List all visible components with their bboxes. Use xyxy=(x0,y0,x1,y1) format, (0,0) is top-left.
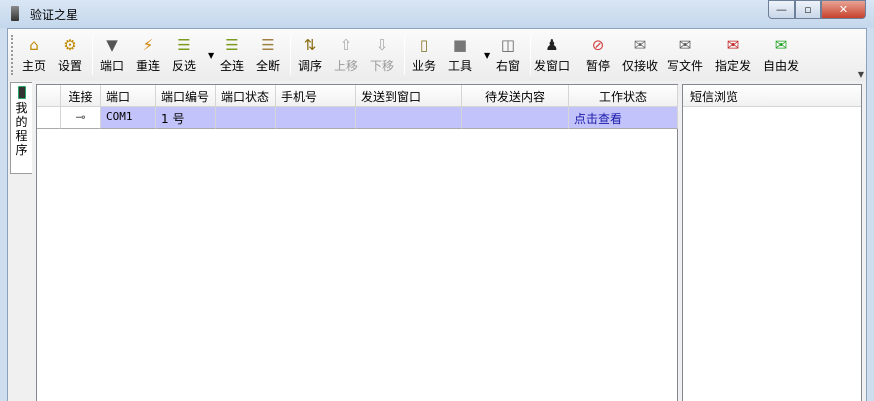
phone-cell xyxy=(276,107,356,129)
toolbar-button-15[interactable]: ✉ 仅接收 xyxy=(617,33,663,77)
send-specified-icon: ✉ xyxy=(726,36,740,54)
toolbar-button-13[interactable]: ♟ 发窗口 xyxy=(529,33,575,77)
toolbar-button-label: 全断 xyxy=(255,59,280,73)
header-corner xyxy=(37,85,61,106)
toolbar-button-label: 反选 xyxy=(171,59,196,73)
pending-cell xyxy=(462,107,569,129)
connect-all-icon: ☰ xyxy=(225,36,239,54)
toolbar-button-6[interactable]: ☰ 全断 xyxy=(249,33,287,77)
table-row[interactable]: ⊸ COM1 1 号 点击查看 xyxy=(37,107,678,129)
send-free-icon: ✉ xyxy=(774,36,788,54)
receive-only-icon: ✉ xyxy=(633,36,647,54)
toolbar-button-18[interactable]: ✉ 自由发 xyxy=(758,33,804,77)
reconnect-icon: ⚡ xyxy=(142,36,154,54)
column-header[interactable]: 工作状态 xyxy=(569,85,678,106)
app-icon xyxy=(11,6,19,21)
title-bar: 验证之星 — ▫ ✕ xyxy=(0,0,874,28)
toolbar-button-17[interactable]: ✉ 指定发 xyxy=(710,33,756,77)
tab-my-programs[interactable]: 我的程序 xyxy=(10,82,32,174)
minimize-button[interactable]: — xyxy=(768,0,795,19)
maximize-button[interactable]: ▫ xyxy=(795,0,821,19)
toolbar-button-16[interactable]: ✉ 写文件 xyxy=(662,33,708,77)
toolbar-button-5[interactable]: ☰ 全连 xyxy=(213,33,251,77)
toolbar-button-label: 下移 xyxy=(369,59,394,73)
toolbar-button-4[interactable]: ☰ 反选 xyxy=(165,33,203,77)
toolbar-button-label: 全连 xyxy=(219,59,244,73)
toolbar-button-2[interactable]: ▼ 端口 xyxy=(93,33,131,77)
send-window-icon: ♟ xyxy=(545,36,559,54)
toolbar-button-10[interactable]: ▯ 业务 xyxy=(405,33,443,77)
table-header: 连接 端口 端口编号 端口状态 手机号 发送到窗口 待发送内容 工作状态 xyxy=(37,85,678,107)
toolbar: ▼ ⌂ 主页 ⚙ 设置 ▼ 端口 ⚡ 重连 ☰ 反选 ☰ 全连 ☰ 全断 ⇅ 调序 ⇧ 上移 ⇩ 下移 ▯ 业务 ■ 工具 ◫ 右… xyxy=(8,29,866,81)
toolbar-button-label: 仅接收 xyxy=(621,59,658,73)
toolbar-button-label: 业务 xyxy=(411,59,436,73)
column-header[interactable]: 端口编号 xyxy=(156,85,216,106)
home-icon: ⌂ xyxy=(29,36,39,54)
toolbar-grip[interactable] xyxy=(11,35,14,75)
toolbar-button-12[interactable]: ◫ 右窗 xyxy=(489,33,527,77)
toolbar-separator xyxy=(92,35,93,75)
close-button[interactable]: ✕ xyxy=(821,0,866,19)
toolbar-button-label: 工具 xyxy=(447,59,472,73)
write-file-icon: ✉ xyxy=(678,36,692,54)
toolbar-button-label: 指定发 xyxy=(714,59,751,73)
port-cell: COM1 xyxy=(101,107,156,129)
window-title: 验证之星 xyxy=(30,8,79,22)
sms-browse-header: 短信浏览 xyxy=(683,85,861,107)
row-indicator[interactable] xyxy=(37,107,61,129)
move-down-icon: ⇩ xyxy=(375,36,389,54)
port-no-cell: 1 号 xyxy=(156,107,216,129)
toolbar-button-label: 调序 xyxy=(297,59,322,73)
toolbar-button-8[interactable]: ⇧ 上移 xyxy=(327,33,365,77)
tools-icon: ■ xyxy=(452,36,468,54)
dropdown-arrow-icon[interactable]: ▼ xyxy=(208,51,214,60)
toolbar-separator xyxy=(290,35,291,75)
toolbar-separator xyxy=(404,35,405,75)
toolbar-button-11[interactable]: ■ 工具 xyxy=(441,33,479,77)
toolbar-button-label: 重连 xyxy=(135,59,160,73)
toolbar-button-3[interactable]: ⚡ 重连 xyxy=(129,33,167,77)
business-icon: ▯ xyxy=(419,36,429,54)
settings-icon: ⚙ xyxy=(63,36,77,54)
dropdown-arrow-icon[interactable]: ▼ xyxy=(484,51,490,60)
port-status-cell xyxy=(216,107,276,129)
toolbar-separator xyxy=(530,35,531,75)
toolbar-overflow-button[interactable]: ▼ xyxy=(858,70,864,79)
toolbar-button-label: 设置 xyxy=(57,59,82,73)
connect-cell[interactable]: ⊸ xyxy=(61,107,101,129)
move-up-icon: ⇧ xyxy=(339,36,353,54)
invert-select-icon: ☰ xyxy=(177,36,191,54)
column-header[interactable]: 手机号 xyxy=(276,85,356,106)
toolbar-button-label: 暂停 xyxy=(585,59,610,73)
right-window-icon: ◫ xyxy=(500,36,516,54)
toolbar-button-7[interactable]: ⇅ 调序 xyxy=(291,33,329,77)
port-icon: ▼ xyxy=(106,36,118,54)
column-header[interactable]: 端口状态 xyxy=(216,85,276,106)
reorder-icon: ⇅ xyxy=(303,36,317,54)
pause-icon: ⊘ xyxy=(591,36,605,54)
column-header[interactable]: 发送到窗口 xyxy=(356,85,462,106)
column-header[interactable]: 待发送内容 xyxy=(462,85,569,106)
toolbar-button-label: 右窗 xyxy=(495,59,520,73)
phone-icon xyxy=(17,86,26,99)
toolbar-button-9[interactable]: ⇩ 下移 xyxy=(363,33,401,77)
toolbar-button-label: 上移 xyxy=(333,59,358,73)
send-to-cell xyxy=(356,107,462,129)
port-table: 连接 端口 端口编号 端口状态 手机号 发送到窗口 待发送内容 工作状态 ⊸ COM1 1 号… xyxy=(36,84,678,401)
column-header[interactable]: 端口 xyxy=(101,85,156,106)
toolbar-button-label: 发窗口 xyxy=(533,59,570,73)
disconnect-all-icon: ☰ xyxy=(261,36,275,54)
toolbar-button-label: 端口 xyxy=(99,59,124,73)
toolbar-button-label: 写文件 xyxy=(666,59,703,73)
toolbar-button-1[interactable]: ⚙ 设置 xyxy=(51,33,89,77)
column-header[interactable]: 连接 xyxy=(61,85,101,106)
status-link[interactable]: 点击查看 xyxy=(569,107,678,129)
sms-browse-panel: 短信浏览 xyxy=(682,84,862,401)
toolbar-button-0[interactable]: ⌂ 主页 xyxy=(15,33,53,77)
toolbar-button-label: 自由发 xyxy=(762,59,799,73)
toolbar-button-14[interactable]: ⊘ 暂停 xyxy=(579,33,617,77)
toolbar-button-label: 主页 xyxy=(21,59,46,73)
tab-label: 我的程序 xyxy=(15,101,28,157)
